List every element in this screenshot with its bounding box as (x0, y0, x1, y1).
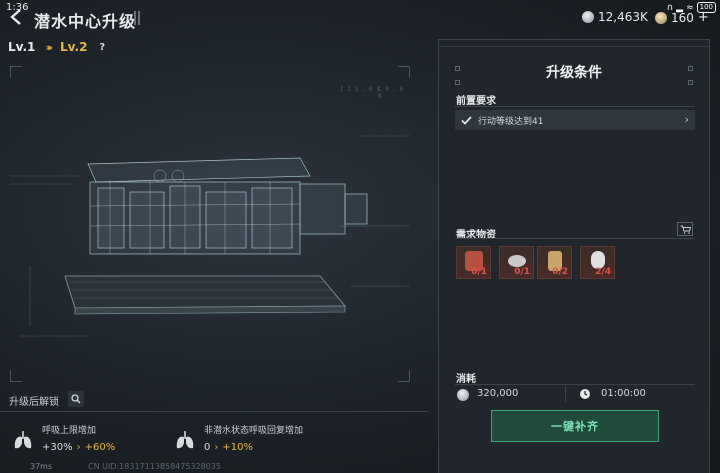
divider (565, 386, 566, 402)
silver-coin-icon (457, 389, 469, 401)
building-preview: [ 1 3 . 0 ] C 0 . 0 8 (10, 66, 410, 382)
back-icon[interactable] (8, 8, 26, 26)
bonus-label: 非潜水状态呼吸回复增加 (204, 426, 304, 436)
bonus-arrow: › (76, 442, 81, 453)
prereq-item[interactable]: 行动等级达到41 › (455, 110, 695, 130)
battery-icon: 100 (696, 2, 716, 13)
cost-row: 320,000 01:00:00 (455, 386, 695, 402)
gold-coin-icon (655, 11, 667, 24)
title-decoration (134, 11, 142, 25)
cost-time: 01:00:00 (601, 388, 646, 399)
level-arrows: ››› (45, 40, 52, 54)
one-click-fill-button[interactable]: 一键补齐 (491, 410, 659, 442)
page-title: 潜水中心升级 (34, 12, 137, 31)
prereq-label: 行动等级达到41 (478, 116, 544, 127)
bonus-breath-limit: 呼吸上限增加 +30% › +60% (12, 423, 115, 453)
material-count: 0/2 (552, 267, 568, 277)
bonus-old: +30% (42, 442, 73, 453)
currency-silver-value: 12,463K (598, 10, 648, 24)
clock-icon (580, 389, 590, 399)
wifi-icon: ≈ (686, 2, 694, 13)
headphone-icon: ∩ (666, 2, 674, 13)
shop-cart-button[interactable] (677, 222, 693, 236)
system-status-icons: ∩ ▂ ≈ 100 (667, 2, 716, 13)
cost-money: 320,000 (477, 388, 519, 399)
panel-title: 升级条件 (546, 65, 602, 81)
bonus-breath-recovery: 非潜水状态呼吸回复增加 0 › +10% (174, 423, 303, 453)
material-slot[interactable]: 0/2 (537, 246, 572, 279)
lungs-icon (176, 431, 194, 449)
divider (455, 106, 695, 107)
divider (0, 411, 428, 412)
bonus-values: 0 › +10% (204, 442, 303, 453)
panel-top-decoration (439, 40, 709, 47)
level-indicator: Lv.1 ››› Lv.2 ? (8, 40, 105, 54)
upgrade-conditions-panel: 升级条件 前置要求 行动等级达到41 › 需求物资 0/1 0/1 0/2 2/… (438, 39, 710, 473)
chevron-right-icon: › (684, 113, 689, 126)
material-count: 2/4 (595, 267, 611, 277)
ping-indicator: 37ms (30, 462, 53, 471)
unlock-title: 升级后解锁 (9, 397, 59, 408)
prereq-title: 前置要求 (456, 96, 496, 107)
bonus-values: +30% › +60% (42, 442, 115, 453)
bonus-new: +60% (84, 442, 116, 453)
level-to: Lv.2 (60, 40, 88, 54)
bonus-new: +10% (222, 442, 253, 453)
material-slot[interactable]: 0/1 (499, 246, 534, 279)
material-slot[interactable]: 2/4 (580, 246, 615, 279)
divider (455, 238, 695, 239)
divider (455, 384, 695, 385)
lungs-icon (14, 431, 32, 449)
check-icon (461, 115, 472, 125)
user-uid: CN UID:18317113858475328035 (88, 462, 221, 471)
bonus-label: 呼吸上限增加 (42, 426, 97, 436)
cost-title: 消耗 (456, 374, 476, 385)
signal-icon: ▂ (676, 2, 684, 13)
bonus-old: 0 (204, 442, 211, 453)
search-icon (71, 394, 81, 404)
level-from: Lv.1 (8, 40, 36, 54)
unlock-search-button[interactable] (68, 391, 84, 407)
silver-coin-icon (582, 11, 594, 23)
cart-icon (680, 225, 691, 234)
material-count: 0/1 (471, 267, 487, 277)
material-slot[interactable]: 0/1 (456, 246, 491, 279)
currency-silver: 12,463K (582, 10, 648, 24)
hologram-building (10, 135, 410, 337)
help-icon[interactable]: ? (99, 42, 105, 53)
material-count: 0/1 (514, 267, 530, 277)
drone-item-icon (508, 255, 526, 267)
bonus-arrow: › (214, 442, 219, 453)
